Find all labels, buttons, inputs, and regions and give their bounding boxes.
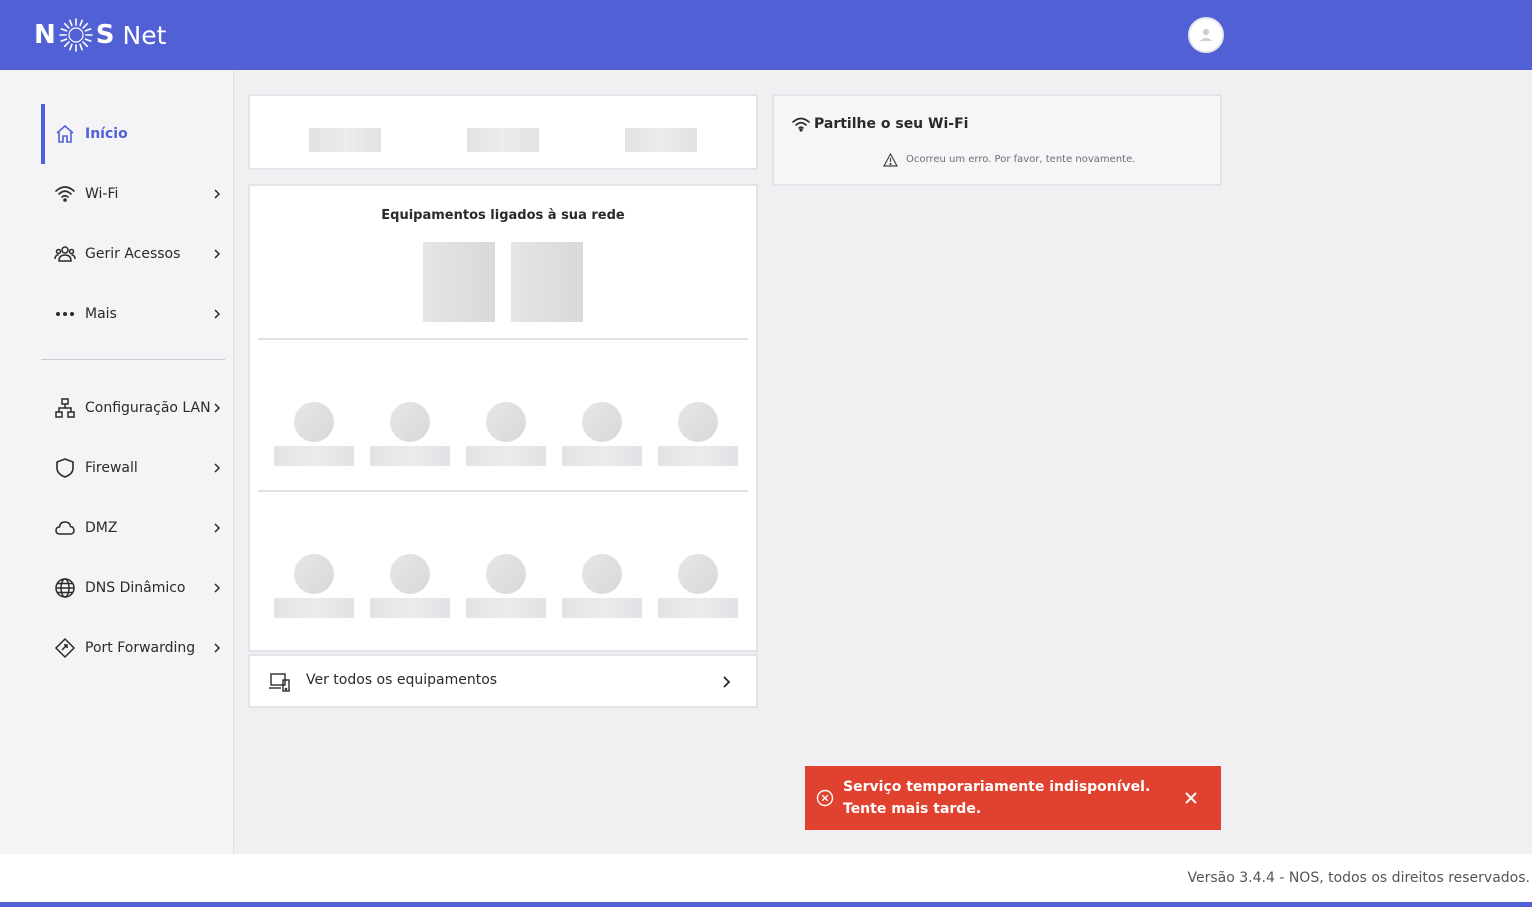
chevron-right-icon	[211, 522, 223, 534]
globe-icon	[54, 577, 76, 599]
share-wifi-card: Partilhe o seu Wi-Fi Ocorreu um erro. Po…	[772, 94, 1222, 186]
see-all-devices-label: Ver todos os equipamentos	[306, 672, 498, 688]
footer-accent-line	[0, 902, 1532, 907]
share-wifi-title: Partilhe o seu Wi-Fi	[814, 116, 969, 132]
wifi-icon	[54, 183, 76, 205]
chevron-right-icon	[211, 582, 223, 594]
device-placeholder-label	[274, 598, 354, 618]
device-placeholder-label	[562, 598, 642, 618]
warning-icon	[882, 152, 899, 171]
device-placeholder-label	[370, 598, 450, 618]
device-placeholder-icon	[390, 554, 430, 594]
sidebar-item-label: Firewall	[85, 460, 138, 476]
sidebar: Início Wi-Fi Gerir Acessos Mais Configur…	[0, 70, 234, 854]
chevron-right-icon	[211, 642, 223, 654]
devices-icon	[268, 672, 292, 698]
logo-net-text: Net	[122, 20, 167, 50]
sidebar-item-label: DNS Dinâmico	[85, 580, 186, 596]
sidebar-item-label: Port Forwarding	[85, 640, 196, 656]
device-placeholder-label	[274, 446, 354, 466]
sidebar-item-label: DMZ	[85, 520, 118, 536]
sidebar-item-label: Mais	[85, 306, 117, 322]
logo-sun-icon	[58, 18, 93, 52]
sidebar-item-firewall[interactable]: Firewall	[41, 438, 227, 498]
footer: Versão 3.4.4 - NOS, todos os direitos re…	[0, 854, 1532, 902]
device-placeholder-icon	[390, 402, 430, 442]
version-text: Versão 3.4.4 - NOS, todos os direitos re…	[1187, 870, 1530, 886]
port-forwarding-icon	[54, 637, 76, 659]
user-icon	[1200, 28, 1212, 41]
user-avatar-button[interactable]	[1188, 17, 1224, 53]
chevron-right-icon	[211, 248, 223, 260]
share-wifi-error-message: Ocorreu um erro. Por favor, tente novame…	[906, 154, 1136, 165]
sidebar-item-port-forwarding[interactable]: Port Forwarding	[41, 618, 227, 678]
cloud-icon	[54, 517, 76, 539]
home-icon	[54, 123, 76, 145]
nos-net-logo[interactable]: N S Net	[34, 14, 166, 56]
device-placeholder-label	[466, 446, 546, 466]
more-icon	[54, 303, 76, 325]
sidebar-item-inicio[interactable]: Início	[41, 104, 227, 164]
users-icon	[54, 243, 76, 265]
sidebar-item-dns-dinamico[interactable]: DNS Dinâmico	[41, 558, 227, 618]
logo-letter-n: N	[34, 20, 56, 50]
loading-placeholder	[467, 128, 539, 152]
chevron-right-icon	[211, 188, 223, 200]
device-placeholder-label	[562, 446, 642, 466]
status-summary-card	[248, 94, 758, 170]
see-all-devices-button[interactable]: Ver todos os equipamentos	[248, 654, 758, 708]
shield-icon	[54, 457, 76, 479]
sidebar-divider	[41, 359, 225, 360]
chevron-right-icon	[722, 674, 732, 693]
top-bar: N S Net	[0, 0, 1532, 70]
sidebar-item-wifi[interactable]: Wi-Fi	[41, 164, 227, 224]
sidebar-item-label: Wi-Fi	[85, 186, 119, 202]
sidebar-item-label: Configuração LAN	[85, 400, 211, 416]
divider	[258, 338, 748, 340]
sidebar-item-mais[interactable]: Mais	[41, 284, 227, 344]
sidebar-item-label: Gerir Acessos	[85, 246, 181, 262]
device-placeholder-label	[466, 598, 546, 618]
device-placeholder-label	[658, 446, 738, 466]
loading-placeholder	[625, 128, 697, 152]
error-toast: Serviço temporariamente indisponível. Te…	[805, 766, 1221, 830]
device-placeholder-label	[370, 446, 450, 466]
loading-placeholder	[309, 128, 381, 152]
error-circle-icon	[816, 789, 834, 811]
chevron-right-icon	[211, 308, 223, 320]
chevron-right-icon	[211, 402, 223, 414]
device-placeholder-icon	[486, 402, 526, 442]
device-placeholder-icon	[678, 554, 718, 594]
error-toast-message: Serviço temporariamente indisponível. Te…	[843, 779, 1151, 817]
device-placeholder-label	[658, 598, 738, 618]
connected-devices-card: Equipamentos ligados à sua rede	[248, 184, 758, 652]
device-placeholder-icon	[582, 554, 622, 594]
sidebar-item-dmz[interactable]: DMZ	[41, 498, 227, 558]
connected-devices-title: Equipamentos ligados à sua rede	[381, 208, 625, 223]
logo-letter-s: S	[95, 20, 115, 50]
wifi-icon	[792, 116, 810, 136]
sidebar-item-configuracao-lan[interactable]: Configuração LAN	[41, 378, 227, 438]
chevron-right-icon	[211, 462, 223, 474]
loading-placeholder	[423, 242, 495, 322]
divider	[258, 490, 748, 492]
device-placeholder-icon	[582, 402, 622, 442]
loading-placeholder	[511, 242, 583, 322]
close-icon[interactable]	[1183, 790, 1199, 810]
lan-icon	[54, 397, 76, 419]
device-placeholder-icon	[678, 402, 718, 442]
sidebar-item-label: Início	[85, 126, 128, 142]
device-placeholder-icon	[294, 402, 334, 442]
device-placeholder-icon	[294, 554, 334, 594]
device-placeholder-icon	[486, 554, 526, 594]
sidebar-item-gerir-acessos[interactable]: Gerir Acessos	[41, 224, 227, 284]
